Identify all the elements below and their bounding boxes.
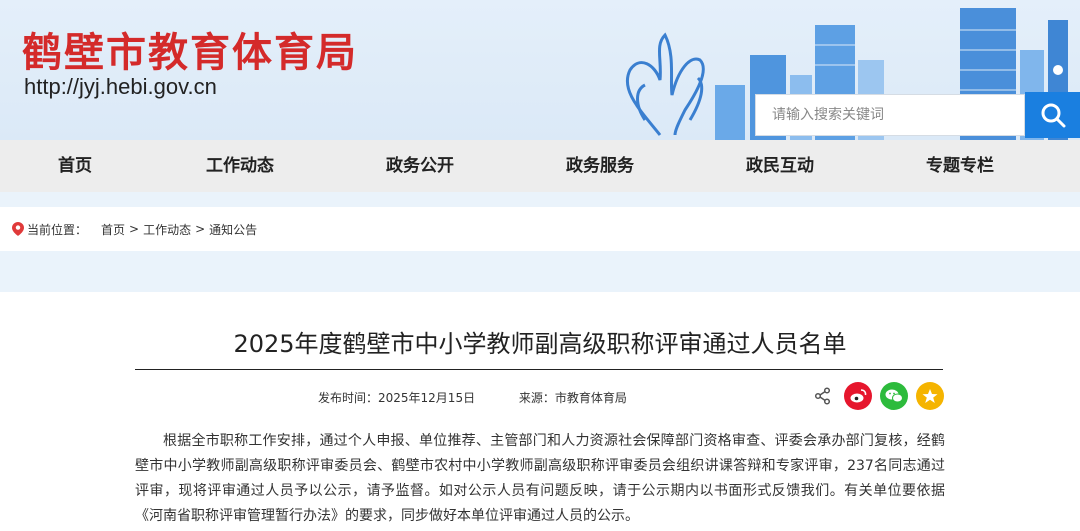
star-icon <box>922 389 938 403</box>
share-icon[interactable] <box>814 387 832 405</box>
qzone-share-button[interactable] <box>916 382 944 410</box>
weibo-icon <box>850 389 867 403</box>
share-bar <box>814 382 944 410</box>
location-pin-icon <box>12 222 24 236</box>
article-source: 来源：市教育体育局 <box>518 391 627 405</box>
search-button[interactable] <box>1025 92 1080 138</box>
article: 2025年度鹤壁市中小学教师副高级职称评审通过人员名单 发布时间：2025年12… <box>0 292 1080 531</box>
site-title: 鹤壁市教育体育局 <box>22 30 358 76</box>
search-box <box>755 94 1025 136</box>
nav-work-news[interactable]: 工作动态 <box>150 140 330 192</box>
article-meta: 发布时间：2025年12月15日 来源：市教育体育局 <box>318 389 667 406</box>
breadcrumb-notices[interactable]: 通知公告 <box>209 221 257 238</box>
nav-gov-affairs[interactable]: 政务公开 <box>330 140 510 192</box>
publish-time: 发布时间：2025年12月15日 <box>318 391 476 405</box>
main-nav: 首页 工作动态 政务公开 政务服务 政民互动 专题专栏 <box>0 140 1080 192</box>
wechat-icon <box>885 389 903 403</box>
search-input[interactable] <box>756 95 1024 135</box>
nav-special-topics[interactable]: 专题专栏 <box>870 140 1050 192</box>
site-url: http://jyj.hebi.gov.cn <box>24 74 217 99</box>
title-divider <box>135 369 943 370</box>
weibo-share-button[interactable] <box>844 382 872 410</box>
breadcrumb-label: 当前位置： <box>27 222 88 237</box>
breadcrumb-separator: > <box>129 222 140 236</box>
search-icon <box>1041 103 1065 128</box>
nav-home[interactable]: 首页 <box>0 140 150 192</box>
nav-interaction[interactable]: 政民互动 <box>690 140 870 192</box>
breadcrumb-work-news[interactable]: 工作动态 <box>143 221 191 238</box>
breadcrumb: 当前位置： 首页 > 工作动态 > 通知公告 <box>0 207 1080 251</box>
breadcrumb-separator: > <box>195 222 206 236</box>
breadcrumb-home[interactable]: 首页 <box>101 221 125 238</box>
article-title: 2025年度鹤壁市中小学教师副高级职称评审通过人员名单 <box>233 330 847 358</box>
article-body: 根据全市职称工作安排，通过个人申报、单位推荐、主管部门和人力资源社会保障部门资格… <box>135 433 945 524</box>
site-header: 鹤壁市教育体育局 http://jyj.hebi.gov.cn <box>0 0 1080 140</box>
nav-gov-services[interactable]: 政务服务 <box>510 140 690 192</box>
wechat-share-button[interactable] <box>880 382 908 410</box>
